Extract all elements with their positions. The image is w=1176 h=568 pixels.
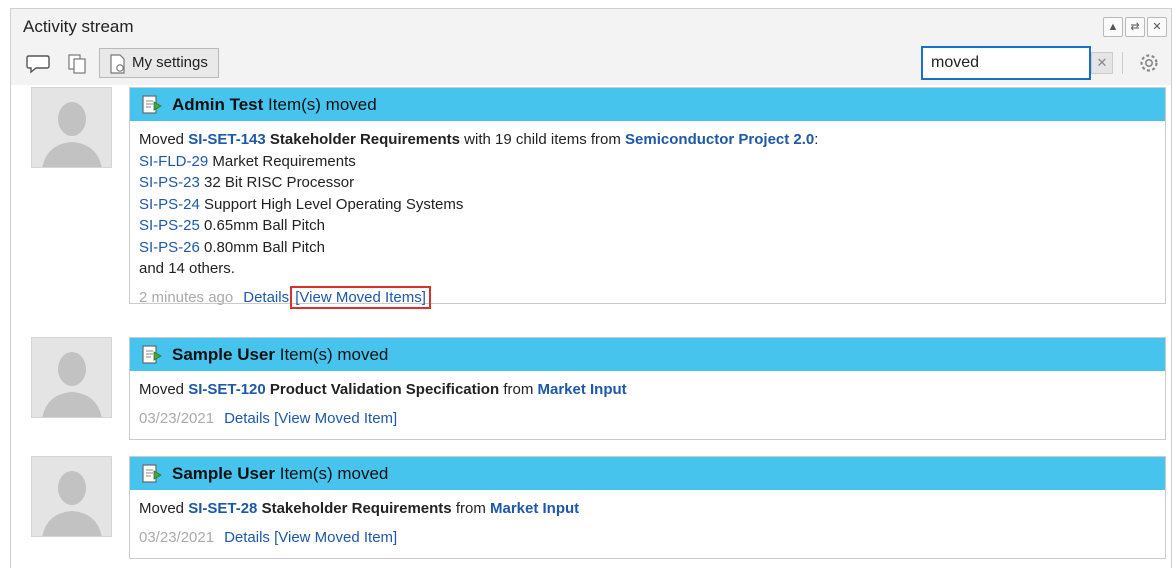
item-id-link[interactable]: SI-SET-120: [188, 381, 266, 398]
avatar: [31, 337, 112, 418]
details-link[interactable]: Details: [224, 410, 270, 427]
item-id-link[interactable]: SI-SET-28: [188, 500, 257, 517]
child-item-link[interactable]: SI-PS-24: [139, 196, 200, 213]
child-item: SI-PS-23 32 Bit RISC Processor: [139, 172, 1165, 194]
moved-text: Moved: [139, 500, 185, 517]
activity-card: Sample User Item(s) moved Moved SI-SET-1…: [129, 337, 1166, 440]
moved-mid-text: with 19 child items from: [464, 131, 621, 148]
comment-icon[interactable]: [25, 53, 51, 75]
child-item-name: 0.65mm Ball Pitch: [204, 217, 325, 234]
child-item: SI-PS-25 0.65mm Ball Pitch: [139, 215, 1165, 237]
user-name[interactable]: Sample User: [172, 345, 275, 364]
others-text: and 14 others.: [139, 260, 235, 277]
child-item-link[interactable]: SI-PS-23: [139, 174, 200, 191]
moved-item-icon: [142, 345, 162, 364]
card-header: Admin Test Item(s) moved: [130, 88, 1165, 121]
child-item-name: Support High Level Operating Systems: [204, 195, 464, 213]
activity-stream-panel: Activity stream ▲ ⇄ ✕ My settings ✕: [10, 8, 1172, 568]
avatar: [31, 456, 112, 537]
child-item: SI-FLD-29 Market Requirements: [139, 151, 1165, 173]
item-name: Stakeholder Requirements: [261, 500, 452, 517]
activity-card: Admin Test Item(s) moved Moved SI-SET-14…: [129, 87, 1166, 309]
copy-icon[interactable]: [65, 53, 91, 75]
child-item-name: Market Requirements: [212, 152, 356, 170]
my-settings-button[interactable]: My settings: [99, 48, 219, 78]
child-item-name: 0.80mm Ball Pitch: [204, 238, 325, 256]
gear-icon[interactable]: [1137, 51, 1161, 79]
item-name: Stakeholder Requirements: [269, 131, 460, 148]
card-body: Moved SI-SET-28 Stakeholder Requirements…: [130, 490, 1165, 558]
timestamp: 03/23/2021: [139, 528, 215, 546]
action-text: Item(s) moved: [279, 345, 389, 364]
toolbar: My settings ✕: [11, 43, 1171, 85]
view-moved-items-link[interactable]: [View Moved Items]: [290, 285, 431, 309]
activity-card: Sample User Item(s) moved Moved SI-SET-2…: [129, 456, 1166, 559]
settings-doc-icon: [110, 54, 125, 74]
card-body: Moved SI-SET-143 Stakeholder Requirement…: [130, 121, 1165, 309]
moved-text: Moved: [139, 131, 185, 148]
moved-text: Moved: [139, 381, 185, 398]
panel-header: Activity stream ▲ ⇄ ✕: [11, 9, 1171, 44]
view-moved-item-link[interactable]: [View Moved Item]: [274, 410, 397, 427]
move-up-button[interactable]: ▲: [1103, 17, 1123, 37]
colon-text: :: [814, 131, 819, 148]
child-item-link[interactable]: SI-PS-25: [139, 217, 200, 234]
toolbar-divider: [1122, 52, 1123, 74]
entry-meta: 03/23/2021 Details [View Moved Item]: [139, 527, 1165, 549]
source-link[interactable]: Semiconductor Project 2.0: [625, 131, 814, 148]
search-input[interactable]: [921, 46, 1091, 80]
panel-title: Activity stream: [23, 17, 134, 36]
avatar: [31, 87, 112, 168]
entry-meta: 2 minutes ago Details [View Moved Items]: [139, 285, 1165, 309]
action-text: Item(s) moved: [268, 95, 377, 114]
from-text: from: [503, 381, 534, 398]
timestamp: 2 minutes ago: [139, 288, 234, 306]
item-name: Product Validation Specification: [269, 381, 500, 398]
card-header: Sample User Item(s) moved: [130, 338, 1165, 371]
card-body: Moved SI-SET-120 Product Validation Spec…: [130, 371, 1165, 439]
timestamp: 03/23/2021: [139, 409, 215, 427]
entry-meta: 03/23/2021 Details [View Moved Item]: [139, 408, 1165, 430]
avatar-placeholder-icon: [32, 338, 111, 417]
details-link[interactable]: Details: [243, 289, 289, 306]
clear-search-button[interactable]: ✕: [1091, 52, 1113, 74]
window-buttons: ▲ ⇄ ✕: [1103, 17, 1167, 37]
view-moved-item-link[interactable]: [View Moved Item]: [274, 529, 397, 546]
user-name[interactable]: Sample User: [172, 464, 275, 483]
child-item-link[interactable]: SI-PS-26: [139, 239, 200, 256]
child-item: SI-PS-24 Support High Level Operating Sy…: [139, 194, 1165, 216]
card-header: Sample User Item(s) moved: [130, 457, 1165, 490]
item-id-link[interactable]: SI-SET-143: [188, 131, 266, 148]
child-item-link[interactable]: SI-FLD-29: [139, 153, 208, 170]
action-text: Item(s) moved: [279, 464, 389, 483]
source-link[interactable]: Market Input: [537, 381, 626, 398]
moved-item-icon: [142, 95, 162, 114]
child-item-name: 32 Bit RISC Processor: [204, 174, 355, 191]
avatar-placeholder-icon: [32, 88, 111, 167]
close-button[interactable]: ✕: [1147, 17, 1167, 37]
refresh-button[interactable]: ⇄: [1125, 17, 1145, 37]
child-item: SI-PS-26 0.80mm Ball Pitch: [139, 237, 1165, 259]
from-text: from: [455, 500, 486, 517]
avatar-placeholder-icon: [32, 457, 111, 536]
my-settings-label: My settings: [132, 54, 208, 71]
source-link[interactable]: Market Input: [490, 500, 579, 517]
user-name[interactable]: Admin Test: [172, 95, 263, 114]
moved-item-icon: [142, 464, 162, 483]
details-link[interactable]: Details: [224, 529, 270, 546]
